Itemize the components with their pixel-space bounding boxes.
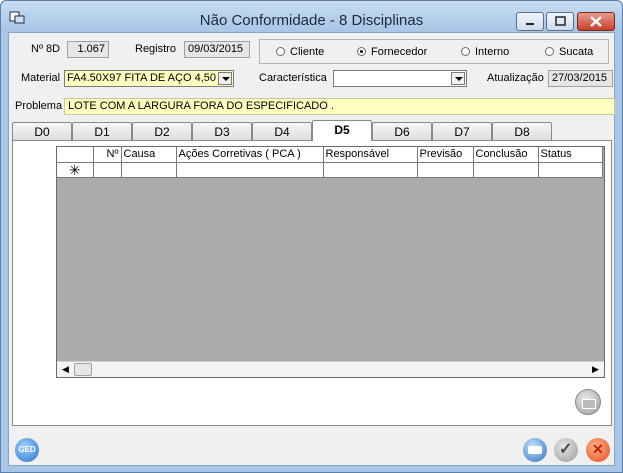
radio-cliente-label: Cliente xyxy=(290,46,325,58)
tab-d4[interactable]: D4 xyxy=(252,122,312,140)
radio-fornecedor-label: Fornecedor xyxy=(371,46,428,58)
tab-d0[interactable]: D0 xyxy=(12,122,72,140)
scroll-left-icon[interactable]: ◀ xyxy=(58,363,73,376)
material-select[interactable]: FA4.50X97 FITA DE AÇO 4,50 xyxy=(64,70,234,87)
close-button[interactable] xyxy=(577,12,615,31)
radio-cliente-dot xyxy=(276,47,285,56)
tab-d3[interactable]: D3 xyxy=(192,122,252,140)
radio-fornecedor-dot xyxy=(357,47,366,56)
close-icon xyxy=(590,16,602,27)
registro-label: Registro xyxy=(135,43,176,55)
form-client-area: Nº 8D 1.067 Registro 09/03/2015 Cliente … xyxy=(8,32,615,466)
maximize-button[interactable] xyxy=(546,12,574,31)
table-row[interactable]: ✳ xyxy=(57,162,603,178)
grid-table: Nº Causa Ações Corretivas ( PCA ) Respon… xyxy=(57,147,603,178)
grid-col-conclusao[interactable]: Conclusão xyxy=(473,147,539,163)
radio-interno-label: Interno xyxy=(475,46,510,58)
cell-numero[interactable] xyxy=(93,162,122,178)
ged-button[interactable]: GED xyxy=(15,438,39,462)
tab-d2[interactable]: D2 xyxy=(132,122,192,140)
cell-responsavel[interactable] xyxy=(323,162,418,178)
corrective-actions-grid[interactable]: Nº Causa Ações Corretivas ( PCA ) Respon… xyxy=(56,146,605,378)
radio-sucata-label: Sucata xyxy=(559,46,594,58)
atualizacao-label: Atualização xyxy=(487,72,544,84)
grid-col-causa[interactable]: Causa xyxy=(121,147,177,163)
radio-interno[interactable]: Interno xyxy=(461,46,509,58)
atualizacao-field[interactable]: 27/03/2015 xyxy=(548,70,613,87)
grid-col-selector xyxy=(57,147,94,163)
title-bar: Não Conformidade - 8 Disciplinas xyxy=(1,1,622,31)
scroll-right-icon[interactable]: ▶ xyxy=(588,363,603,376)
grid-col-previsao[interactable]: Previsão xyxy=(417,147,474,163)
n8d-label: Nº 8D xyxy=(31,43,61,55)
cell-causa[interactable] xyxy=(121,162,177,178)
confirm-check-icon[interactable] xyxy=(554,438,578,462)
material-label: Material xyxy=(21,72,61,84)
origin-radio-group: Cliente Fornecedor Interno Sucata xyxy=(259,39,609,64)
chevron-down-icon[interactable] xyxy=(218,72,232,85)
tab-d5[interactable]: D5 xyxy=(312,120,372,141)
radio-interno-dot xyxy=(461,47,470,56)
grid-col-acoes[interactable]: Ações Corretivas ( PCA ) xyxy=(176,147,324,163)
radio-sucata[interactable]: Sucata xyxy=(545,46,593,58)
caracteristica-label: Característica xyxy=(259,72,327,84)
problema-field[interactable]: LOTE COM A LARGURA FORA DO ESPECIFICADO … xyxy=(64,98,615,115)
grid-col-responsavel[interactable]: Responsável xyxy=(323,147,418,163)
radio-fornecedor[interactable]: Fornecedor xyxy=(357,46,427,58)
grid-header-row: Nº Causa Ações Corretivas ( PCA ) Respon… xyxy=(57,147,603,163)
tab-d7[interactable]: D7 xyxy=(432,122,492,140)
chevron-down-icon[interactable] xyxy=(451,72,465,85)
grid-col-status[interactable]: Status xyxy=(538,147,603,163)
tab-d1[interactable]: D1 xyxy=(72,122,132,140)
cell-conclusao[interactable] xyxy=(473,162,539,178)
minimize-icon xyxy=(526,23,534,25)
new-row-marker-icon: ✳ xyxy=(57,162,94,178)
ged-label: GED xyxy=(18,445,36,454)
cell-acoes[interactable] xyxy=(176,162,324,178)
radio-sucata-dot xyxy=(545,47,554,56)
n8d-field[interactable]: 1.067 xyxy=(67,41,109,58)
grid-col-numero[interactable]: Nº xyxy=(93,147,122,163)
horizontal-scrollbar[interactable]: ◀ ▶ xyxy=(57,361,604,377)
problema-label: Problema xyxy=(15,100,63,112)
registro-field[interactable]: 09/03/2015 xyxy=(184,41,250,58)
radio-cliente[interactable]: Cliente xyxy=(276,46,324,58)
maximize-icon xyxy=(555,16,566,26)
tab-panel-d5: Nº Causa Ações Corretivas ( PCA ) Respon… xyxy=(12,140,612,426)
caracteristica-select[interactable] xyxy=(333,70,467,87)
minimize-button[interactable] xyxy=(516,12,544,31)
scroll-thumb[interactable] xyxy=(74,363,92,376)
material-value: FA4.50X97 FITA DE AÇO 4,50 xyxy=(67,72,216,84)
tab-d8[interactable]: D8 xyxy=(492,122,552,140)
print-icon[interactable] xyxy=(523,438,547,462)
app-window: Não Conformidade - 8 Disciplinas Nº 8D 1… xyxy=(0,0,623,473)
send-email-icon[interactable] xyxy=(575,389,601,415)
tab-d6[interactable]: D6 xyxy=(372,122,432,140)
cell-previsao[interactable] xyxy=(417,162,474,178)
discipline-tabs: D0 D1 D2 D3 D4 D5 D6 D7 D8 xyxy=(12,120,612,141)
cell-status[interactable] xyxy=(538,162,603,178)
cancel-x-icon[interactable] xyxy=(586,438,610,462)
